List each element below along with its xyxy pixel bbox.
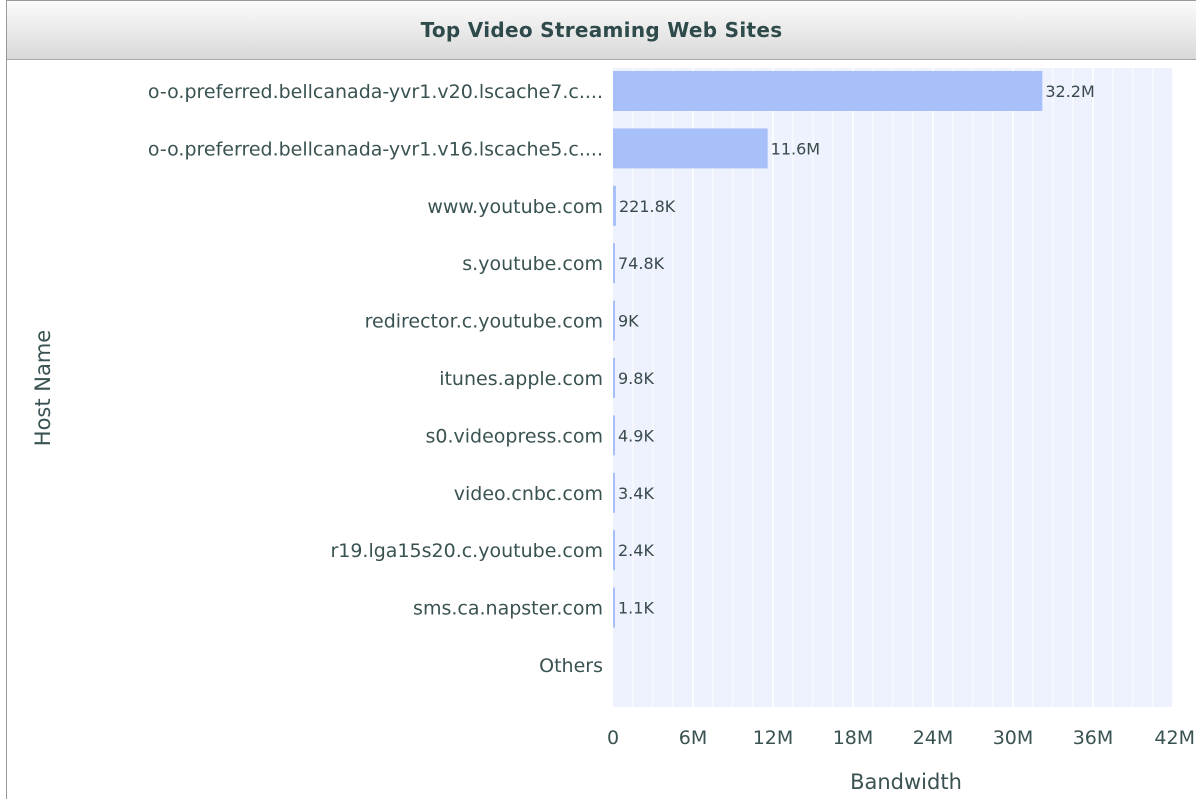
data-label: 11.6M (771, 139, 820, 158)
data-label: 32.2M (1045, 82, 1094, 101)
bar[interactable] (613, 243, 615, 284)
data-label: 1.1K (618, 599, 654, 618)
category-label: s0.videopress.com (426, 425, 604, 447)
x-tick-label: 0 (607, 727, 619, 749)
category-label: www.youtube.com (427, 196, 603, 218)
x-tick-label: 6M (679, 727, 707, 749)
category-label: redirector.c.youtube.com (365, 311, 603, 333)
category-label: Others (539, 655, 603, 677)
x-tick-label: 18M (833, 727, 874, 749)
category-labels: o-o.preferred.bellcanada-yvr1.v20.lscach… (148, 81, 603, 677)
data-label: 3.4K (618, 484, 654, 503)
category-label: video.cnbc.com (454, 483, 603, 505)
bar[interactable] (613, 587, 615, 628)
data-label: 4.9K (618, 426, 654, 445)
x-tick-label: 36M (1073, 727, 1114, 749)
category-label: sms.ca.napster.com (413, 598, 603, 620)
category-label: r19.lga15s20.c.youtube.com (330, 540, 603, 562)
category-label: o-o.preferred.bellcanada-yvr1.v20.lscach… (148, 81, 603, 103)
data-label: 221.8K (619, 197, 676, 216)
bar[interactable] (613, 71, 1043, 111)
bar[interactable] (613, 472, 615, 513)
bar[interactable] (613, 128, 768, 169)
bar[interactable] (613, 300, 615, 341)
bar[interactable] (613, 415, 615, 456)
y-axis-label: Host Name (31, 330, 55, 446)
x-tick-label: 42M (1154, 727, 1195, 749)
x-axis-label: Bandwidth (850, 770, 962, 794)
bar[interactable] (613, 530, 615, 571)
data-label: 9K (618, 312, 639, 331)
data-label: 9.8K (618, 369, 654, 388)
x-tick-label: 24M (913, 727, 954, 749)
category-label: itunes.apple.com (439, 368, 603, 390)
bar[interactable] (613, 358, 615, 398)
data-label: 2.4K (618, 541, 654, 560)
x-tick-label: 12M (753, 727, 794, 749)
bar[interactable] (613, 185, 616, 226)
data-label: 74.8K (618, 254, 665, 273)
category-label: s.youtube.com (462, 253, 603, 275)
category-label: o-o.preferred.bellcanada-yvr1.v16.lscach… (148, 138, 603, 160)
x-tick-label: 30M (993, 727, 1034, 749)
bar-chart: o-o.preferred.bellcanada-yvr1.v20.lscach… (31, 68, 1195, 794)
x-tick-labels: 0 6M 12M 18M 24M 30M 36M 42M (607, 727, 1195, 749)
